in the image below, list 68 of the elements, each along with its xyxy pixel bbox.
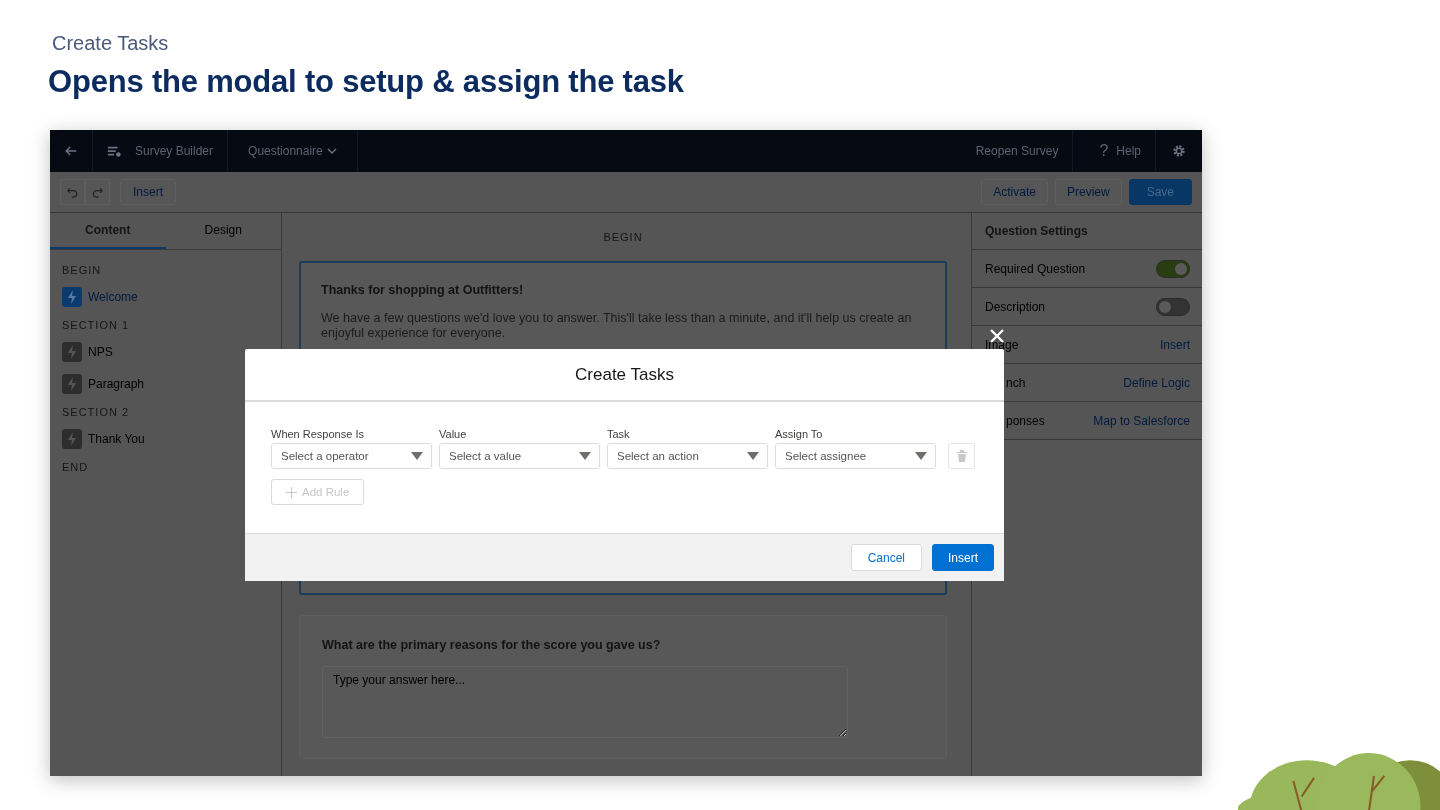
- settings-icon[interactable]: [1172, 144, 1186, 158]
- slide-subtitle: Create Tasks: [52, 32, 169, 55]
- caret-icon: [747, 452, 759, 460]
- setting-link[interactable]: Insert: [1160, 337, 1190, 352]
- caret-icon: [411, 452, 423, 460]
- toggle-switch[interactable]: [1156, 297, 1190, 316]
- field-label: Task: [607, 428, 631, 440]
- section-heading: END: [62, 461, 90, 475]
- select-field[interactable]: Select a operator: [271, 443, 432, 469]
- outline-item[interactable]: Welcome: [62, 287, 269, 307]
- questionnaire-menu[interactable]: Questionnaire: [242, 143, 343, 159]
- setting-label: Description: [985, 299, 1046, 314]
- slide-title: Opens the modal to setup & assign the task: [48, 64, 684, 100]
- field-label: Assign To: [775, 428, 824, 440]
- insert-button[interactable]: Insert: [120, 179, 176, 205]
- caret-icon: [915, 452, 927, 460]
- trash-icon: [956, 450, 967, 462]
- sidebar-tab[interactable]: Content: [50, 213, 166, 249]
- section-heading: SECTION 2: [62, 406, 131, 420]
- help-link[interactable]: Help: [1116, 144, 1141, 158]
- undo-icon: [67, 186, 78, 198]
- field-label: Value: [439, 428, 468, 440]
- setting-link[interactable]: Map to Salesforce: [1093, 413, 1190, 428]
- lightning-icon: [62, 429, 82, 449]
- toolbar-button[interactable]: Activate: [981, 179, 1048, 205]
- caret-icon: [579, 452, 591, 460]
- setting-label: nch: [1006, 375, 1026, 390]
- redo-icon: [92, 186, 103, 198]
- lightning-icon: [62, 342, 82, 362]
- select-field[interactable]: Select an action: [607, 443, 768, 469]
- lightning-icon: [62, 287, 82, 307]
- chevron-icon: [326, 147, 337, 155]
- delete-button[interactable]: [948, 443, 975, 469]
- help-icon[interactable]: ?: [1099, 142, 1109, 160]
- setting-link[interactable]: Define Logic: [1123, 375, 1190, 390]
- section-heading: SECTION 1: [62, 319, 131, 333]
- welcome-title: Thanks for shopping at Outfitters!: [321, 283, 525, 297]
- outline-item[interactable]: Thank You: [62, 429, 269, 449]
- back-arrow-icon[interactable]: [64, 144, 78, 158]
- answer-field[interactable]: Type your answer here...: [322, 666, 848, 738]
- plus-icon: [286, 486, 297, 498]
- toggle-switch[interactable]: [1156, 259, 1190, 278]
- question-card[interactable]: What are the primary reasons for the score you gave us? Type your answer here...: [299, 615, 947, 759]
- outline-item[interactable]: NPS: [62, 342, 269, 362]
- section-label: BEGIN: [602, 230, 644, 245]
- lightning-icon: [62, 374, 82, 394]
- setting-label: Image: [985, 337, 1019, 352]
- question-text: What are the primary reasons for the score you gave us?: [322, 638, 662, 652]
- cancel-button[interactable]: Cancel: [850, 544, 922, 571]
- panel-title: Question Settings: [972, 213, 1202, 250]
- reopen-survey-link[interactable]: Reopen Survey: [975, 144, 1059, 158]
- welcome-text: We have a few questions we'd love you to answer. This'll take less than a minute, and it'll help us create an enjoyful experience for everyone.: [321, 311, 913, 341]
- select-field[interactable]: Select a value: [439, 443, 600, 469]
- toolbar-button[interactable]: Preview: [1054, 179, 1122, 205]
- redo-button[interactable]: [85, 179, 110, 205]
- section-heading: BEGIN: [62, 264, 103, 278]
- field-label: When Response Is: [271, 428, 365, 440]
- sidebar-tab[interactable]: Design: [165, 213, 281, 249]
- list-icon: [107, 144, 121, 158]
- undo-button[interactable]: [60, 179, 85, 205]
- app-name: Survey Builder: [135, 144, 214, 158]
- setting-label: Required Question: [985, 261, 1086, 276]
- outline-item[interactable]: Paragraph: [62, 374, 269, 394]
- modal-title: Create Tasks: [575, 364, 674, 385]
- setting-label: ponses: [1006, 413, 1045, 428]
- insert-button[interactable]: Insert: [932, 544, 994, 571]
- save-button[interactable]: Save: [1128, 179, 1192, 205]
- select-field[interactable]: Select assignee: [775, 443, 936, 469]
